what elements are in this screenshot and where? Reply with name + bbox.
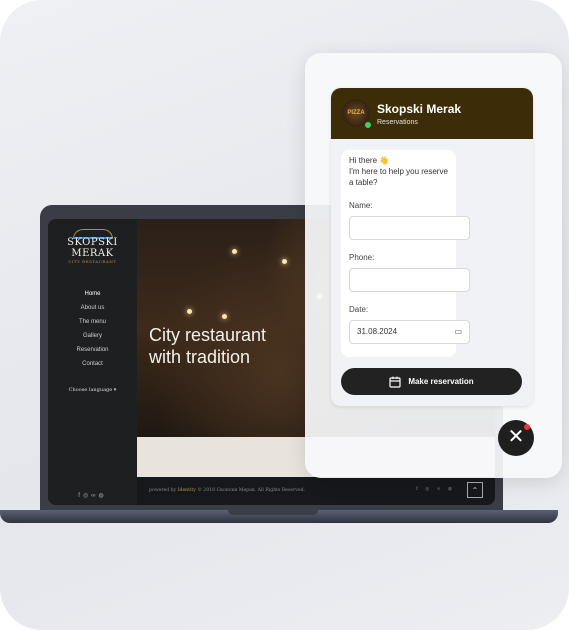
nav-about[interactable]: About us [48, 305, 137, 319]
identity-link[interactable]: Identity [178, 488, 196, 493]
name-field[interactable] [349, 216, 470, 240]
nav-menu[interactable]: The menu [48, 319, 137, 333]
greeting-text: Hi there 👋 [349, 156, 390, 165]
message-bubble: Hi there 👋 I'm here to help you reserve … [341, 150, 470, 357]
chat-subtitle: Reservations [377, 119, 418, 126]
notification-dot [524, 424, 530, 430]
make-reservation-button[interactable]: Make reservation [341, 368, 522, 395]
online-status-icon [364, 121, 372, 129]
close-icon: ✕ [507, 426, 525, 448]
language-select[interactable]: Choose language ▾ [48, 387, 137, 393]
laptop-notch [228, 510, 318, 515]
date-field[interactable]: 31.08.2024 ▭ [349, 320, 470, 344]
website-nav: Home About us The menu Gallery Reservati… [48, 291, 137, 375]
website-sidebar: SKOPSKI MERAK CITY RESTAURANT Home About… [48, 219, 137, 505]
nav-reservation[interactable]: Reservation [48, 347, 137, 361]
social-links: f◎∞◍ [48, 492, 137, 499]
web-icon[interactable]: ◍ [98, 493, 106, 499]
nav-gallery[interactable]: Gallery [48, 333, 137, 347]
date-label: Date: [349, 305, 369, 314]
nav-home[interactable]: Home [48, 291, 137, 305]
chat-title: Skopski Merak [377, 102, 462, 116]
chat-window: PIZZA Skopski Merak Reservations Hi ther… [331, 88, 533, 406]
calendar-icon [389, 376, 401, 388]
footer-social-icons: f ◎ ∞ ◍ [416, 487, 455, 492]
message-text: I'm here to help you reserve a table? [349, 167, 448, 187]
phone-label: Phone: [349, 253, 375, 262]
scroll-top-button[interactable]: ⌃ [467, 482, 483, 498]
instagram-icon[interactable]: ◎ [83, 493, 91, 499]
website-footer: powered by Identity © 2018 Скопски Мерак… [137, 477, 495, 505]
phone-field[interactable] [349, 268, 470, 292]
name-label: Name: [349, 201, 373, 210]
restaurant-logo: SKOPSKI MERAK CITY RESTAURANT [48, 229, 137, 264]
chat-header: PIZZA Skopski Merak Reservations [331, 88, 533, 139]
calendar-icon[interactable]: ▭ [454, 321, 462, 343]
nav-contact[interactable]: Contact [48, 361, 137, 375]
hero-title: City restaurant with tradition [149, 325, 267, 367]
